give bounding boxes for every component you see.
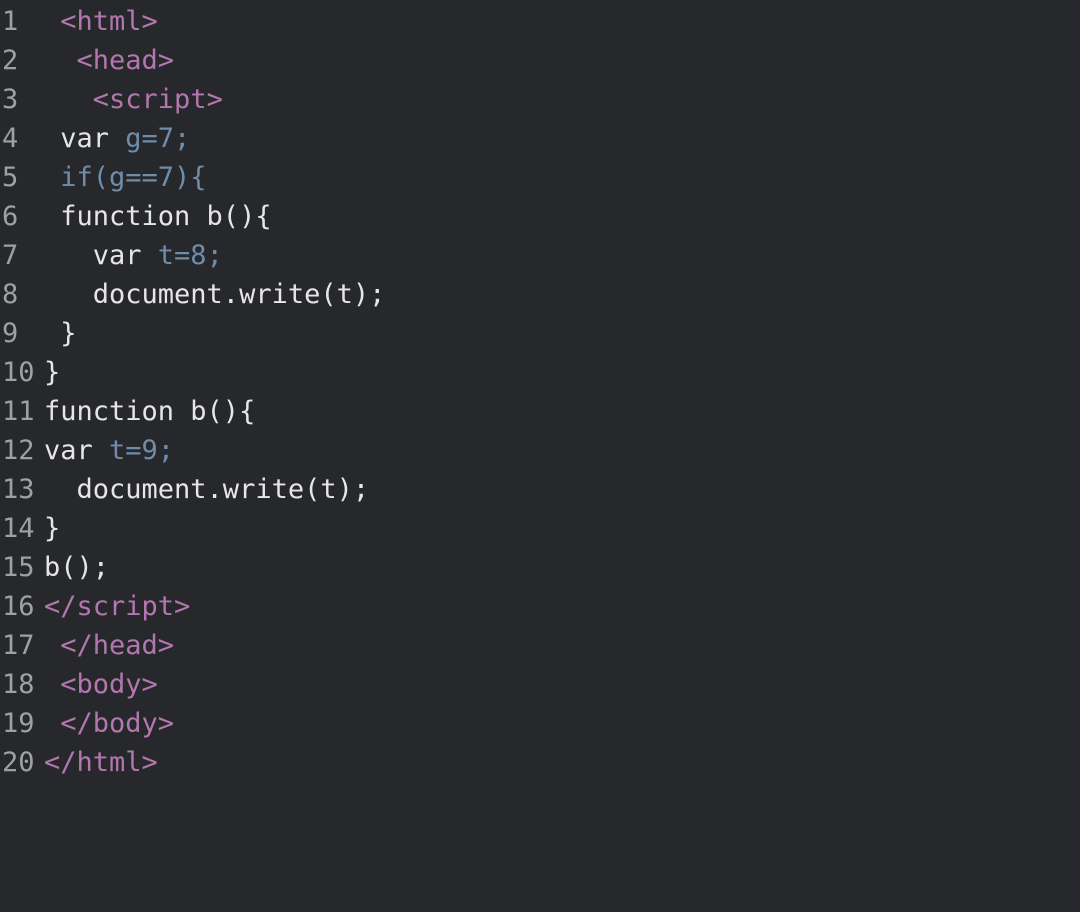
code-line[interactable]: 8 document.write(t); [0, 275, 1080, 314]
code-content[interactable]: } [42, 314, 77, 353]
token-tag: ipt> [125, 591, 190, 622]
token-plain: } [44, 318, 77, 349]
token-plain: } [44, 357, 60, 388]
code-content[interactable]: </body> [42, 704, 174, 743]
code-content[interactable]: <script> [42, 80, 223, 119]
code-line[interactable]: 17 </head> [0, 626, 1080, 665]
token-plain: var [44, 240, 158, 271]
line-number: 3 [0, 80, 42, 119]
token-plain [44, 45, 77, 76]
line-number: 6 [0, 197, 42, 236]
token-tag: </body> [60, 708, 174, 739]
token-plain: var [44, 435, 109, 466]
code-line[interactable]: 14} [0, 509, 1080, 548]
code-content[interactable]: </head> [42, 626, 174, 665]
token-tag: <script> [93, 84, 223, 115]
code-line[interactable]: 13 document.write(t); [0, 470, 1080, 509]
code-content[interactable]: document.write(t); [42, 275, 385, 314]
token-plain: b(); [44, 552, 109, 583]
code-content[interactable]: if(g==7){ [42, 158, 207, 197]
token-tag: <body> [60, 669, 158, 700]
code-line[interactable]: 1 <html> [0, 2, 1080, 41]
token-tag: <html> [60, 6, 158, 37]
code-content[interactable]: } [42, 353, 60, 392]
code-line[interactable]: 2 <head> [0, 41, 1080, 80]
code-line[interactable]: 15b(); [0, 548, 1080, 587]
token-plain [44, 162, 60, 193]
line-number: 7 [0, 236, 42, 275]
token-kw: t=8; [158, 240, 223, 271]
code-content[interactable]: b(); [42, 548, 109, 587]
token-kw: g=7; [125, 123, 190, 154]
code-line[interactable]: 10} [0, 353, 1080, 392]
line-number: 11 [0, 392, 42, 431]
token-tag: <head> [77, 45, 175, 76]
line-number: 13 [0, 470, 42, 509]
token-plain [44, 6, 60, 37]
code-content[interactable]: function b(){ [42, 197, 272, 236]
code-line[interactable]: 5 if(g==7){ [0, 158, 1080, 197]
token-plain [44, 84, 93, 115]
token-plain: function b(){ [44, 201, 272, 232]
code-content[interactable]: <body> [42, 665, 158, 704]
code-line[interactable]: 16</script> [0, 587, 1080, 626]
code-line[interactable]: 7 var t=8; [0, 236, 1080, 275]
code-content[interactable]: document.write(t); [42, 470, 369, 509]
code-line[interactable]: 9 } [0, 314, 1080, 353]
code-line[interactable]: 18 <body> [0, 665, 1080, 704]
token-plain: document.write(t); [44, 474, 369, 505]
code-line[interactable]: 12var t=9; [0, 431, 1080, 470]
code-content[interactable]: } [42, 509, 60, 548]
code-editor[interactable]: 1 <html>2 <head>3 <script>4 var g=7;5 if… [0, 0, 1080, 782]
token-kw: t=9; [109, 435, 174, 466]
code-content[interactable]: <head> [42, 41, 174, 80]
line-number: 15 [0, 548, 42, 587]
line-number: 20 [0, 743, 42, 782]
token-kw: if(g==7){ [60, 162, 206, 193]
code-line[interactable]: 4 var g=7; [0, 119, 1080, 158]
code-line[interactable]: 20</html> [0, 743, 1080, 782]
code-line[interactable]: 3 <script> [0, 80, 1080, 119]
line-number: 18 [0, 665, 42, 704]
line-number: 1 [0, 2, 42, 41]
line-number: 19 [0, 704, 42, 743]
line-number: 17 [0, 626, 42, 665]
code-content[interactable]: </script> [42, 587, 190, 626]
code-line[interactable]: 11function b(){ [0, 392, 1080, 431]
line-number: 2 [0, 41, 42, 80]
line-number: 5 [0, 158, 42, 197]
line-number: 8 [0, 275, 42, 314]
token-plain [44, 708, 60, 739]
line-number: 16 [0, 587, 42, 626]
token-plain [44, 669, 60, 700]
line-number: 4 [0, 119, 42, 158]
line-number: 9 [0, 314, 42, 353]
code-content[interactable]: </html> [42, 743, 158, 782]
code-content[interactable]: function b(){ [42, 392, 255, 431]
token-tag: </scr [44, 591, 125, 622]
token-plain: } [44, 513, 60, 544]
token-plain: document.write(t); [44, 279, 385, 310]
code-line[interactable]: 6 function b(){ [0, 197, 1080, 236]
token-tag: </html> [44, 747, 158, 778]
code-content[interactable]: var t=9; [42, 431, 174, 470]
token-tag: </head> [60, 630, 174, 661]
code-line[interactable]: 19 </body> [0, 704, 1080, 743]
code-content[interactable]: var g=7; [42, 119, 190, 158]
line-number: 12 [0, 431, 42, 470]
token-plain: function b(){ [44, 396, 255, 427]
line-number: 14 [0, 509, 42, 548]
token-plain: var [44, 123, 125, 154]
code-content[interactable]: var t=8; [42, 236, 223, 275]
token-plain [44, 630, 60, 661]
code-content[interactable]: <html> [42, 2, 158, 41]
line-number: 10 [0, 353, 42, 392]
